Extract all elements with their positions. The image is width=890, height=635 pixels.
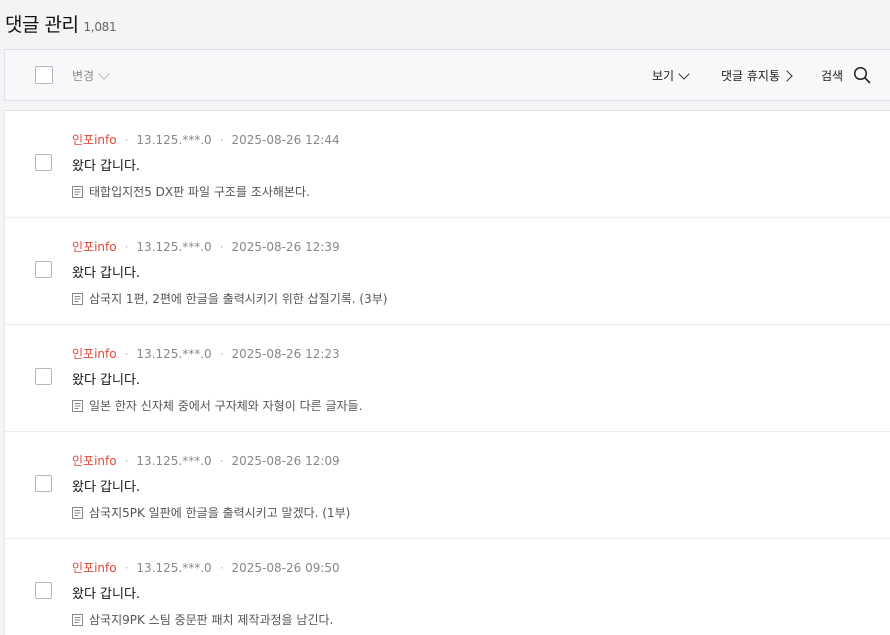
comment-ip: 13.125.***.0	[136, 346, 212, 361]
comment-datetime: 2025-08-26 12:09	[231, 453, 340, 468]
comment-list: 인포info · 13.125.***.0 · 2025-08-26 12:44…	[4, 110, 890, 635]
comment-meta: 인포info · 13.125.***.0 · 2025-08-26 12:23	[72, 345, 340, 362]
comment-post-link[interactable]: 태합입지전5 DX판 파일 구조를 조사해본다.	[72, 183, 310, 200]
post-title: 태합입지전5 DX판 파일 구조를 조사해본다.	[89, 185, 310, 199]
comment-content[interactable]: 왔다 갑니다.	[72, 369, 140, 388]
separator-dot: ·	[124, 560, 129, 575]
comment-row: 인포info · 13.125.***.0 · 2025-08-26 12:23…	[5, 325, 890, 432]
comment-datetime: 2025-08-26 12:39	[231, 239, 340, 254]
comment-checkbox[interactable]	[35, 261, 52, 278]
document-icon	[72, 613, 83, 626]
comment-datetime: 2025-08-26 12:44	[231, 132, 340, 147]
chevron-right-icon	[781, 69, 793, 82]
comment-checkbox[interactable]	[35, 368, 52, 385]
view-dropdown-button[interactable]: 보기	[652, 67, 690, 84]
separator-dot: ·	[219, 346, 224, 361]
page-title: 댓글 관리	[5, 14, 79, 36]
post-title: 삼국지 1편, 2편에 한글을 출력시키기 위한 삽질기록. (3부)	[89, 292, 388, 306]
comment-ip: 13.125.***.0	[136, 453, 212, 468]
document-icon	[72, 185, 83, 198]
comment-author[interactable]: 인포info	[72, 345, 117, 362]
comment-post-link[interactable]: 일본 한자 신자체 중에서 구자체와 자형이 다른 글자들.	[72, 397, 362, 414]
comment-datetime: 2025-08-26 09:50	[231, 560, 340, 575]
comment-ip: 13.125.***.0	[136, 239, 212, 254]
separator-dot: ·	[219, 453, 224, 468]
separator-dot: ·	[124, 132, 129, 147]
document-icon	[72, 399, 83, 412]
comment-checkbox[interactable]	[35, 154, 52, 171]
comment-ip: 13.125.***.0	[136, 560, 212, 575]
separator-dot: ·	[124, 453, 129, 468]
comment-content[interactable]: 왔다 갑니다.	[72, 262, 140, 281]
post-title: 일본 한자 신자체 중에서 구자체와 자형이 다른 글자들.	[89, 399, 363, 413]
comment-post-link[interactable]: 삼국지 1편, 2편에 한글을 출력시키기 위한 삽질기록. (3부)	[72, 290, 387, 307]
change-label: 변경	[72, 69, 95, 83]
comment-management-page: 댓글 관리 1,081 변경 보기 댓글 휴지통 검색 인포info · 13.…	[0, 0, 890, 635]
comment-row: 인포info · 13.125.***.0 · 2025-08-26 09:50…	[5, 539, 890, 635]
separator-dot: ·	[219, 239, 224, 254]
document-icon	[72, 506, 83, 519]
comment-meta: 인포info · 13.125.***.0 · 2025-08-26 12:09	[72, 452, 340, 469]
page-header: 댓글 관리 1,081	[5, 10, 117, 37]
comment-datetime: 2025-08-26 12:23	[231, 346, 340, 361]
comment-meta: 인포info · 13.125.***.0 · 2025-08-26 09:50	[72, 559, 340, 576]
search-button[interactable]: 검색	[821, 66, 871, 84]
comment-author[interactable]: 인포info	[72, 238, 117, 255]
comment-content[interactable]: 왔다 갑니다.	[72, 476, 140, 495]
document-icon	[72, 292, 83, 305]
trash-label: 댓글 휴지통	[721, 69, 781, 83]
toolbar: 변경 보기 댓글 휴지통 검색	[4, 49, 890, 101]
chevron-down-icon	[678, 67, 690, 80]
post-title: 삼국지5PK 일판에 한글을 출력시키고 말겠다. (1부)	[89, 506, 351, 520]
comment-meta: 인포info · 13.125.***.0 · 2025-08-26 12:39	[72, 238, 340, 255]
comment-author[interactable]: 인포info	[72, 131, 117, 148]
comment-author[interactable]: 인포info	[72, 559, 117, 576]
comment-row: 인포info · 13.125.***.0 · 2025-08-26 12:39…	[5, 218, 890, 325]
comment-checkbox[interactable]	[35, 475, 52, 492]
view-label: 보기	[652, 69, 675, 83]
comment-content[interactable]: 왔다 갑니다.	[72, 155, 140, 174]
chevron-down-icon	[98, 67, 110, 80]
separator-dot: ·	[124, 239, 129, 254]
search-label: 검색	[821, 68, 844, 83]
comment-author[interactable]: 인포info	[72, 452, 117, 469]
post-title: 삼국지9PK 스팀 중문판 패치 제작과정을 남긴다.	[89, 613, 334, 627]
comment-row: 인포info · 13.125.***.0 · 2025-08-26 12:44…	[5, 111, 890, 218]
comment-count: 1,081	[83, 20, 117, 34]
separator-dot: ·	[219, 560, 224, 575]
change-dropdown-button[interactable]: 변경	[72, 67, 110, 84]
comment-content[interactable]: 왔다 갑니다.	[72, 583, 140, 602]
separator-dot: ·	[124, 346, 129, 361]
comment-post-link[interactable]: 삼국지9PK 스팀 중문판 패치 제작과정을 남긴다.	[72, 611, 333, 628]
comment-row: 인포info · 13.125.***.0 · 2025-08-26 12:09…	[5, 432, 890, 539]
comment-trash-link[interactable]: 댓글 휴지통	[721, 67, 793, 84]
comment-post-link[interactable]: 삼국지5PK 일판에 한글을 출력시키고 말겠다. (1부)	[72, 504, 350, 521]
separator-dot: ·	[219, 132, 224, 147]
comment-ip: 13.125.***.0	[136, 132, 212, 147]
search-icon	[854, 66, 871, 84]
select-all-checkbox[interactable]	[35, 66, 53, 84]
comment-meta: 인포info · 13.125.***.0 · 2025-08-26 12:44	[72, 131, 340, 148]
comment-checkbox[interactable]	[35, 582, 52, 599]
